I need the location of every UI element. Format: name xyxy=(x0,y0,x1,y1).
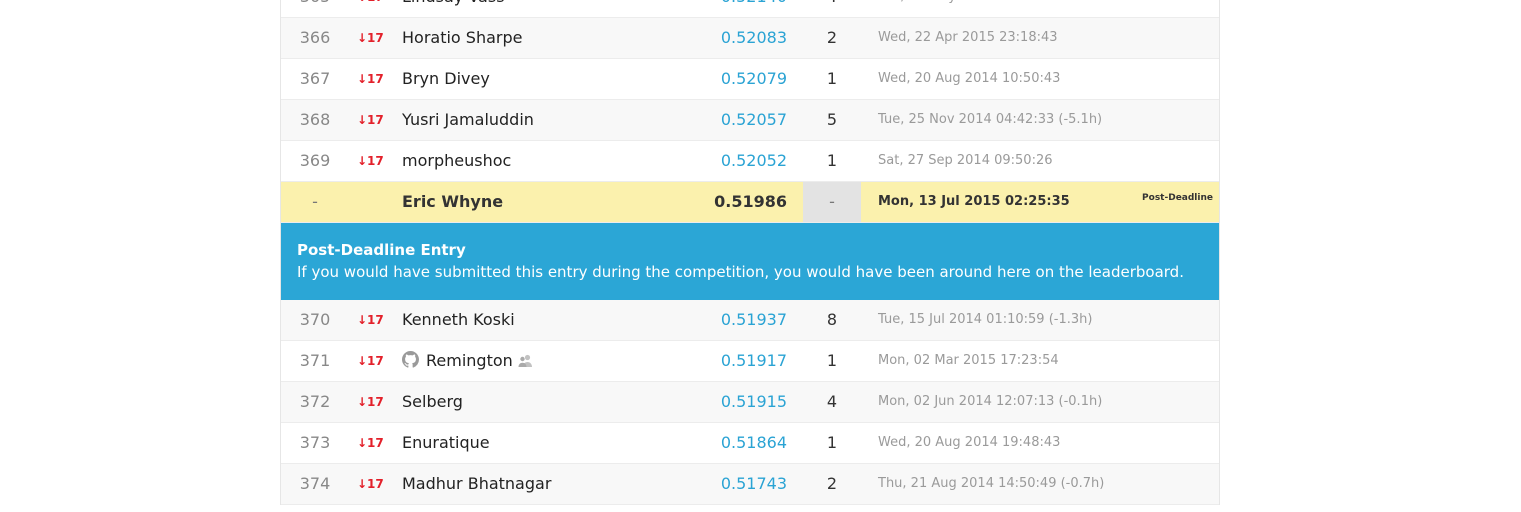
team-name[interactable]: Horatio Sharpe xyxy=(402,28,522,47)
entries-cell: 4 xyxy=(826,392,838,411)
rows-after: 370 ↓17 Kenneth Koski 0.51937 8 Tue, 15 Jul 2… xyxy=(281,300,1219,505)
team-cell: Madhur Bhatnagar xyxy=(402,464,702,504)
rank-change-badge: ↓17 xyxy=(357,0,387,17)
rank-cell: 367 xyxy=(299,69,331,88)
score-cell[interactable]: 0.52052 xyxy=(711,141,787,181)
rank-cell: 374 xyxy=(299,474,331,493)
entries-cell: 1 xyxy=(826,433,838,452)
leaderboard-row: 373 ↓17 Enuratique 0.51864 1 Wed, 20 Aug 2014… xyxy=(281,423,1219,464)
leaderboard-row: 368 ↓17 Yusri Jamaluddin 0.52057 5 Tue, 25 No… xyxy=(281,100,1219,141)
rank-change-badge: ↓17 xyxy=(357,72,384,86)
score-cell[interactable]: 0.52083 xyxy=(711,18,787,58)
rank-cell: 366 xyxy=(299,28,331,47)
team-name[interactable]: Remington xyxy=(426,351,513,370)
last-submission-cell: Mon, 02 Jun 2014 12:07:13 (-0.1h) xyxy=(878,394,1103,409)
leaderboard-row: 370 ↓17 Kenneth Koski 0.51937 8 Tue, 15 Jul 2… xyxy=(281,300,1219,341)
leaderboard-row: 365 ↓17 Lindsay Vass 0.52140 4 Tue, 26 May 20… xyxy=(281,0,1219,18)
team-cell: Horatio Sharpe xyxy=(402,18,702,58)
score-cell[interactable]: 0.51917 xyxy=(711,341,787,381)
team-name[interactable]: Enuratique xyxy=(402,433,490,452)
rank-change-badge: ↓17 xyxy=(357,354,384,368)
github-icon[interactable] xyxy=(402,351,419,368)
last-submission-cell: Wed, 20 Aug 2014 10:50:43 xyxy=(878,71,1061,86)
rows-before: 365 ↓17 Lindsay Vass 0.52140 4 Tue, 26 May 20… xyxy=(281,0,1219,182)
team-name[interactable]: Yusri Jamaluddin xyxy=(402,110,534,129)
last-submission-cell: Wed, 22 Apr 2015 23:18:43 xyxy=(878,30,1058,45)
leaderboard-row: 372 ↓17 Selberg 0.51915 4 Mon, 02 Jun 2014 12… xyxy=(281,382,1219,423)
rank-change-badge: ↓17 xyxy=(357,113,384,127)
post-deadline-tag: Post-Deadline xyxy=(1142,193,1213,203)
last-submission-cell: Thu, 21 Aug 2014 14:50:49 (-0.7h) xyxy=(878,476,1105,491)
entries-cell: 2 xyxy=(826,474,838,493)
team-members-icon xyxy=(518,354,532,367)
team-cell: Enuratique xyxy=(402,423,702,463)
rank-change-badge: ↓17 xyxy=(357,31,384,45)
rank-change-badge: ↓17 xyxy=(357,436,384,450)
rank-cell: - xyxy=(312,192,318,211)
score-cell[interactable]: 0.51743 xyxy=(711,464,787,504)
team-cell: Lindsay Vass xyxy=(402,0,702,17)
rank-change-badge: ↓17 xyxy=(357,154,384,168)
team-cell: morpheushoc xyxy=(402,141,702,181)
team-cell: Bryn Divey xyxy=(402,59,702,99)
rank-cell: 372 xyxy=(299,392,331,411)
score-cell: 0.51986 xyxy=(714,192,787,211)
entries-cell: 5 xyxy=(826,110,838,129)
rank-change-badge: ↓17 xyxy=(357,313,384,327)
team-name[interactable]: Lindsay Vass xyxy=(402,0,505,6)
score-cell[interactable]: 0.51915 xyxy=(711,382,787,422)
last-submission-cell: Tue, 15 Jul 2014 01:10:59 (-1.3h) xyxy=(878,312,1093,327)
team-name[interactable]: Selberg xyxy=(402,392,463,411)
entries-cell: - xyxy=(803,182,861,222)
last-submission-cell: Sat, 27 Sep 2014 09:50:26 xyxy=(878,153,1053,168)
rank-cell: 369 xyxy=(299,151,331,170)
rank-cell: 368 xyxy=(299,110,331,129)
rank-change-badge: ↓17 xyxy=(357,395,384,409)
leaderboard-row: 374 ↓17 Madhur Bhatnagar 0.51743 2 Thu, 21 Au… xyxy=(281,464,1219,505)
leaderboard-row: 369 ↓17 morpheushoc 0.52052 1 Sat, 27 Sep 201… xyxy=(281,141,1219,182)
team-name[interactable]: Kenneth Koski xyxy=(402,310,515,329)
team-cell: Selberg xyxy=(402,382,702,422)
team-name[interactable]: Madhur Bhatnagar xyxy=(402,474,551,493)
leaderboard: 365 ↓17 Lindsay Vass 0.52140 4 Tue, 26 May 20… xyxy=(280,0,1220,505)
score-cell[interactable]: 0.51864 xyxy=(711,423,787,463)
entries-cell: 4 xyxy=(803,0,861,17)
leaderboard-row: 371 ↓17 Remington 0.51917 1 Mon, 02 Mar 2015 … xyxy=(281,341,1219,382)
leaderboard-row: 366 ↓17 Horatio Sharpe 0.52083 2 Wed, 22 Apr … xyxy=(281,18,1219,59)
rank-cell: 373 xyxy=(299,433,331,452)
banner-title: Post-Deadline Entry xyxy=(297,241,466,259)
rank-change-badge: ↓17 xyxy=(357,477,384,491)
entries-cell: 2 xyxy=(826,28,838,47)
team-cell: Kenneth Koski xyxy=(402,300,702,340)
score-cell[interactable]: 0.52057 xyxy=(711,100,787,140)
entries-cell: 8 xyxy=(826,310,838,329)
rank-cell: 371 xyxy=(299,351,331,370)
team-cell: Remington xyxy=(402,341,702,381)
rank-cell: 370 xyxy=(299,310,331,329)
score-cell[interactable]: 0.51937 xyxy=(711,300,787,340)
team-name[interactable]: Bryn Divey xyxy=(402,69,490,88)
score-cell[interactable]: 0.52140 xyxy=(711,0,787,17)
entries-cell: 1 xyxy=(826,351,838,370)
rank-cell: 365 xyxy=(281,0,349,17)
team-name: Eric Whyne xyxy=(402,192,504,211)
last-submission-cell: Mon, 02 Mar 2015 17:23:54 xyxy=(878,353,1059,368)
entries-cell: 1 xyxy=(826,151,838,170)
last-submission-cell: Tue, 25 Nov 2014 04:42:33 (-5.1h) xyxy=(878,112,1103,127)
post-deadline-banner: Post-Deadline Entry If you would have su… xyxy=(281,223,1219,300)
last-submission-cell: Wed, 20 Aug 2014 19:48:43 xyxy=(878,435,1061,450)
team-cell: Yusri Jamaluddin xyxy=(402,100,702,140)
team-name[interactable]: morpheushoc xyxy=(402,151,511,170)
post-deadline-row: - Eric Whyne 0.51986 - Mon, 13 Jul 2015 … xyxy=(281,182,1219,223)
leaderboard-row: 367 ↓17 Bryn Divey 0.52079 1 Wed, 20 Aug 2014… xyxy=(281,59,1219,100)
last-submission-cell: Tue, 26 May 2015 07:47:47 xyxy=(878,0,1208,17)
entries-cell: 1 xyxy=(826,69,838,88)
banner-text: If you would have submitted this entry d… xyxy=(297,263,1184,281)
score-cell[interactable]: 0.52079 xyxy=(711,59,787,99)
